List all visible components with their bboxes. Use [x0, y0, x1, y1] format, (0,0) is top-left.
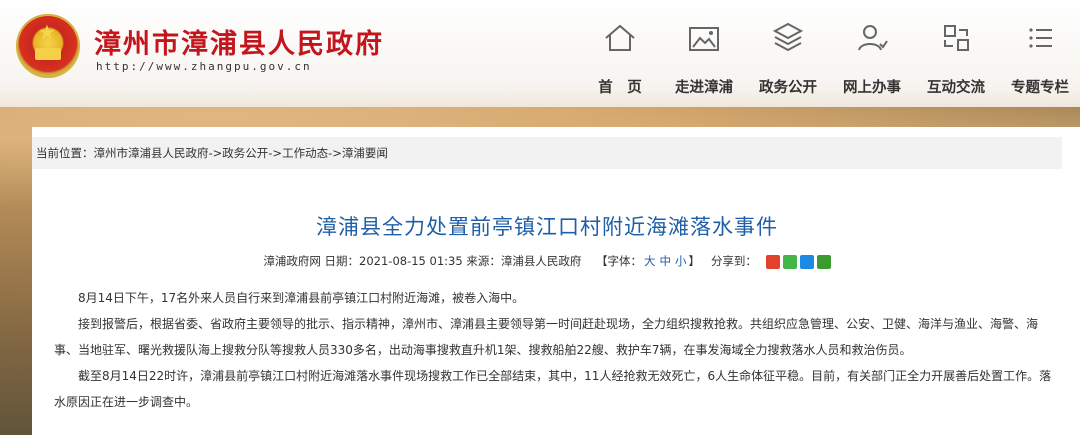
content-panel: 当前位置：漳州市漳浦县人民政府->政务公开->工作动态->漳浦要闻 漳浦县全力处…	[32, 127, 1080, 435]
site-url: http://www.zhangpu.gov.cn	[96, 60, 312, 73]
breadcrumb: 当前位置：漳州市漳浦县人民政府->政务公开->工作动态->漳浦要闻	[32, 137, 1062, 169]
font-size-label: 【字体：	[595, 254, 642, 268]
wechat-share-icon[interactable]	[782, 254, 797, 269]
font-size-large-link[interactable]: 大	[644, 254, 656, 268]
user-check-icon	[852, 18, 892, 58]
article-body: 8月14日下午，17名外来人员自行来到漳浦县前亭镇江口村附近海滩，被卷入海中。 …	[54, 285, 1054, 415]
article-paragraph: 截至8月14日22时许，漳浦县前亭镇江口村附近海滩落水事件现场搜救工作已全部结束…	[54, 369, 1052, 409]
font-size-small-link[interactable]: 小	[675, 254, 687, 268]
nav-item-home[interactable]: 首 页	[580, 18, 660, 103]
article-paragraph: 8月14日下午，17名外来人员自行来到漳浦县前亭镇江口村附近海滩，被卷入海中。	[78, 291, 525, 305]
nav-label: 首 页	[598, 79, 642, 96]
douban-share-icon[interactable]	[816, 254, 831, 269]
main-nav: 首 页 走进漳浦 政务公开 网上办事 互动交流 专题专栏	[580, 18, 1080, 103]
national-emblem-logo: ★	[16, 14, 80, 78]
qq-share-icon[interactable]	[799, 254, 814, 269]
nav-label: 互动交流	[927, 79, 985, 96]
exchange-icon	[936, 18, 976, 58]
share-buttons	[763, 254, 831, 269]
nav-label: 政务公开	[759, 79, 817, 96]
nav-label: 专题专栏	[1011, 79, 1069, 96]
nav-item-online-service[interactable]: 网上办事	[832, 18, 912, 103]
article-paragraph: 接到报警后，根据省委、省政府主要领导的批示、指示精神，漳州市、漳浦县主要领导第一…	[54, 317, 1039, 357]
font-size-end: 】	[688, 254, 700, 268]
article-meta: 漳浦政府网 日期：2021-08-15 01:35 来源：漳浦县人民政府 【字体…	[32, 253, 1062, 269]
site-title[interactable]: 漳州市漳浦县人民政府	[94, 22, 384, 61]
site-header: ★ 漳州市漳浦县人民政府 http://www.zhangpu.gov.cn 首…	[0, 0, 1080, 107]
list-icon	[1020, 18, 1060, 58]
share-label: 分享到：	[710, 254, 757, 268]
nav-item-special-topics[interactable]: 专题专栏	[1000, 18, 1080, 103]
nav-item-gov-affairs[interactable]: 政务公开	[748, 18, 828, 103]
font-size-medium-link[interactable]: 中	[659, 254, 671, 268]
picture-icon	[684, 18, 724, 58]
article-title: 漳浦县全力处置前亭镇江口村附近海滩落水事件	[316, 215, 778, 239]
nav-label: 走进漳浦	[675, 79, 733, 96]
weibo-share-icon[interactable]	[765, 254, 780, 269]
nav-label: 网上办事	[843, 79, 901, 96]
home-icon	[600, 18, 640, 58]
nav-item-about[interactable]: 走进漳浦	[664, 18, 744, 103]
article-source-date: 漳浦政府网 日期：2021-08-15 01:35 来源：漳浦县人民政府	[263, 254, 582, 268]
nav-item-interaction[interactable]: 互动交流	[916, 18, 996, 103]
layers-icon	[768, 18, 808, 58]
font-size-selector: 【字体：大中小】	[596, 254, 704, 268]
